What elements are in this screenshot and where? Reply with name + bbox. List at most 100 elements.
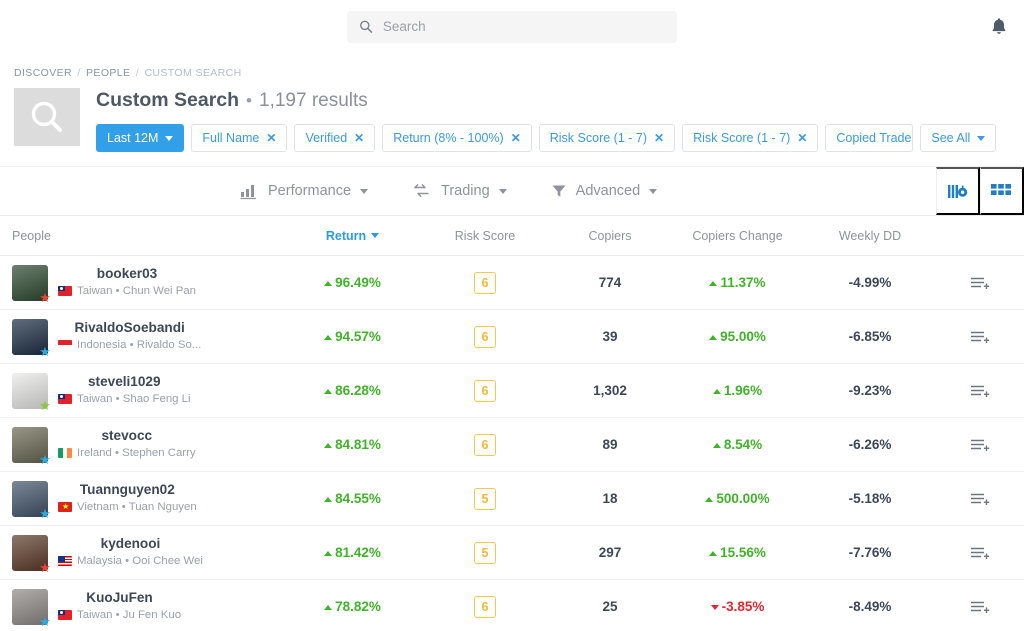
avatar-wrap[interactable]: ★ <box>12 427 48 463</box>
close-icon[interactable]: ✕ <box>266 132 276 144</box>
cell-actions[interactable] <box>935 580 1024 631</box>
column-header-copiers[interactable]: Copiers <box>550 216 670 256</box>
cell-actions[interactable] <box>935 256 1024 310</box>
avatar-wrap[interactable]: ★ <box>12 265 48 301</box>
add-to-list-button[interactable] <box>935 491 1024 507</box>
table-row[interactable]: ★stevoccIreland • Stephen Carry84.81%689… <box>0 418 1024 472</box>
cell-actions[interactable] <box>935 364 1024 418</box>
person-username[interactable]: KuoJuFen <box>58 590 181 607</box>
column-header-copiers-change[interactable]: Copiers Change <box>670 216 805 256</box>
close-icon[interactable]: ✕ <box>354 132 364 144</box>
filter-chip-risk-score-1[interactable]: Risk Score (1 - 7) ✕ <box>539 124 675 152</box>
return-value: 84.81% <box>324 437 381 452</box>
table-toolbar: Performance Trading Advanced <box>0 166 1024 216</box>
see-all-filters-button[interactable]: See All <box>920 124 996 152</box>
toolbar-advanced-menu[interactable]: Advanced <box>551 183 658 199</box>
cell-actions[interactable] <box>935 310 1024 364</box>
breadcrumb-item-people[interactable]: PEOPLE <box>86 67 130 79</box>
person-username[interactable]: Tuannguyen02 <box>58 482 197 499</box>
column-header-weekly-dd[interactable]: Weekly DD <box>805 216 935 256</box>
notifications-button[interactable] <box>984 12 1014 42</box>
chevron-down-icon <box>977 136 985 141</box>
person-info[interactable]: ★RivaldoSoebandiIndonesia • Rivaldo So..… <box>0 319 285 355</box>
person-username[interactable]: RivaldoSoebandi <box>58 320 201 337</box>
add-to-list-button[interactable] <box>935 275 1024 291</box>
cell-people[interactable]: ★RivaldoSoebandiIndonesia • Rivaldo So..… <box>0 310 285 364</box>
toolbar-performance-menu[interactable]: Performance <box>240 183 368 200</box>
add-to-list-button[interactable] <box>935 329 1024 345</box>
add-to-list-icon <box>970 545 990 561</box>
table-row[interactable]: ★RivaldoSoebandiIndonesia • Rivaldo So..… <box>0 310 1024 364</box>
table-row[interactable]: ★KuoJuFenTaiwan • Ju Fen Kuo78.82%625-3.… <box>0 580 1024 631</box>
cell-people[interactable]: ★kydenooiMalaysia • Ooi Chee Wei <box>0 526 285 580</box>
close-icon[interactable]: ✕ <box>654 132 664 144</box>
filter-chip-last-12m[interactable]: Last 12M <box>96 124 184 152</box>
risk-score-badge: 6 <box>474 596 496 618</box>
add-to-list-button[interactable] <box>935 437 1024 453</box>
grid-view-button[interactable] <box>980 167 1024 215</box>
search-input[interactable] <box>383 19 665 34</box>
person-username[interactable]: stevocc <box>58 428 196 445</box>
toolbar-trading-menu[interactable]: Trading <box>412 182 507 200</box>
filter-chip-label: Return (8% - 100%) <box>393 131 503 145</box>
avatar-wrap[interactable]: ★ <box>12 481 48 517</box>
avatar-wrap[interactable]: ★ <box>12 373 48 409</box>
avatar-wrap[interactable]: ★ <box>12 535 48 571</box>
cell-actions[interactable] <box>935 526 1024 580</box>
global-search[interactable] <box>347 11 677 43</box>
table-body: ★booker03Taiwan • Chun Wei Pan96.49%6774… <box>0 256 1024 631</box>
person-username[interactable]: kydenooi <box>58 536 203 553</box>
filter-chip-verified[interactable]: Verified ✕ <box>294 124 375 152</box>
add-to-list-button[interactable] <box>935 383 1024 399</box>
cell-return: 96.49% <box>285 256 420 310</box>
person-text: steveli1029Taiwan • Shao Feng Li <box>58 374 191 406</box>
person-info[interactable]: ★stevoccIreland • Stephen Carry <box>0 427 285 463</box>
add-to-list-icon <box>970 329 990 345</box>
copiers-value: 18 <box>602 491 617 506</box>
person-username[interactable]: booker03 <box>58 266 196 283</box>
column-header-return[interactable]: Return <box>285 216 420 256</box>
person-info[interactable]: ★ steveli1029Taiwan • Shao Feng Li <box>0 373 285 409</box>
cell-copiers-change: 500.00% <box>670 472 805 526</box>
cell-people[interactable]: ★Tuannguyen02★Vietnam • Tuan Nguyen <box>0 472 285 526</box>
add-to-list-button[interactable] <box>935 599 1024 615</box>
page-title: Custom Search • 1,197 results <box>96 88 1024 112</box>
filter-chip-full-name[interactable]: Full Name ✕ <box>191 124 287 152</box>
weekly-dd-value: -6.85% <box>849 329 892 344</box>
table-row[interactable]: ★steveli1029Taiwan • Shao Feng Li86.28%6… <box>0 364 1024 418</box>
table-row[interactable]: ★booker03Taiwan • Chun Wei Pan96.49%6774… <box>0 256 1024 310</box>
close-icon[interactable]: ✕ <box>797 132 807 144</box>
cell-risk-score: 6 <box>420 256 550 310</box>
cell-people[interactable]: ★ steveli1029Taiwan • Shao Feng Li <box>0 364 285 418</box>
person-info[interactable]: ★KuoJuFenTaiwan • Ju Fen Kuo <box>0 589 285 625</box>
country-flag-icon <box>58 448 72 458</box>
filter-chip-risk-score-2[interactable]: Risk Score (1 - 7) ✕ <box>682 124 818 152</box>
top-bar <box>0 0 1024 53</box>
copiers-change-value: 8.54% <box>713 437 762 452</box>
breadcrumb-item-discover[interactable]: DISCOVER <box>14 67 72 79</box>
add-to-list-button[interactable] <box>935 545 1024 561</box>
filter-chip-copied-trades[interactable]: Copied Trades (< <box>825 124 913 152</box>
filter-chip-return[interactable]: Return (8% - 100%) ✕ <box>382 124 532 152</box>
column-header-risk-score[interactable]: Risk Score <box>420 216 550 256</box>
verified-star-badge: ★ <box>38 453 52 467</box>
cell-actions[interactable] <box>935 418 1024 472</box>
cell-people[interactable]: ★stevoccIreland • Stephen Carry <box>0 418 285 472</box>
person-username[interactable]: steveli1029 <box>58 374 191 391</box>
avatar-wrap[interactable]: ★ <box>12 589 48 625</box>
cell-people[interactable]: ★KuoJuFenTaiwan • Ju Fen Kuo <box>0 580 285 631</box>
close-icon[interactable]: ✕ <box>511 132 521 144</box>
table-row[interactable]: ★kydenooiMalaysia • Ooi Chee Wei81.42%52… <box>0 526 1024 580</box>
cell-return: 81.42% <box>285 526 420 580</box>
table-row[interactable]: ★Tuannguyen02★Vietnam • Tuan Nguyen84.55… <box>0 472 1024 526</box>
cell-actions[interactable] <box>935 472 1024 526</box>
filter-chip-label: Risk Score (1 - 7) <box>693 131 790 145</box>
cell-people[interactable]: ★booker03Taiwan • Chun Wei Pan <box>0 256 285 310</box>
person-info[interactable]: ★booker03Taiwan • Chun Wei Pan <box>0 265 285 301</box>
avatar-wrap[interactable]: ★ <box>12 319 48 355</box>
column-settings-button[interactable] <box>936 167 980 215</box>
column-settings-icon <box>947 182 969 201</box>
column-header-people[interactable]: People <box>0 216 285 256</box>
person-info[interactable]: ★kydenooiMalaysia • Ooi Chee Wei <box>0 535 285 571</box>
person-info[interactable]: ★Tuannguyen02★Vietnam • Tuan Nguyen <box>0 481 285 517</box>
